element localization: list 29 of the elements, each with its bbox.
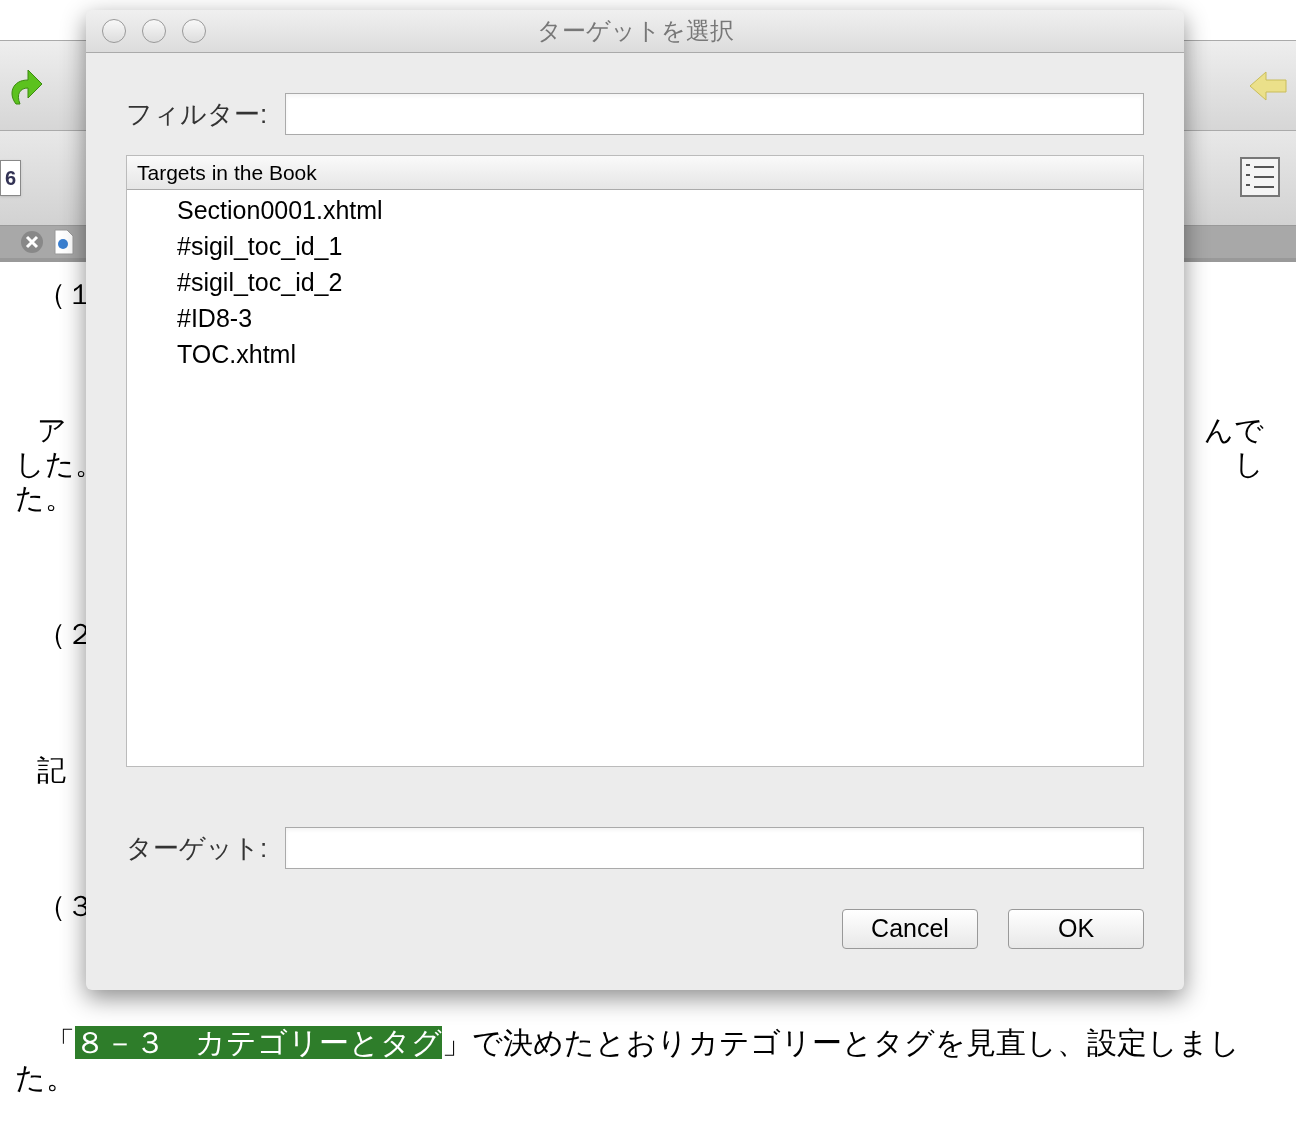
list-item[interactable]: #sigil_toc_id_1: [127, 228, 1143, 264]
target-label: ターゲット:: [126, 831, 268, 865]
list-item[interactable]: Section0001.xhtml: [127, 192, 1143, 228]
window-control-icon[interactable]: [142, 19, 166, 43]
heading-button[interactable]: 6: [0, 160, 22, 196]
close-icon[interactable]: [20, 230, 44, 254]
window-title: ターゲットを選択: [536, 16, 734, 46]
document-text: た。: [15, 481, 74, 515]
document-paragraph: 「８－３ カテゴリーとタグ」で決めたとおりカテゴリーとタグを見直し、設定しました。: [15, 1025, 1241, 1095]
document-text: ア: [36, 413, 67, 447]
list-header: Targets in the Book: [127, 156, 1143, 190]
numbered-list-icon[interactable]: [1240, 157, 1280, 199]
list-item[interactable]: #sigil_toc_id_2: [127, 264, 1143, 300]
file-icon[interactable]: [54, 229, 74, 255]
back-arrow-icon[interactable]: [1248, 69, 1288, 102]
document-text: （１: [36, 277, 95, 311]
document-text: した。: [15, 447, 104, 481]
window-control-icon[interactable]: [102, 19, 126, 43]
filter-field[interactable]: [285, 93, 1144, 135]
document-text: し: [1234, 447, 1265, 481]
target-field[interactable]: [285, 827, 1144, 869]
list-item[interactable]: TOC.xhtml: [127, 336, 1143, 372]
dialog-button[interactable]: OK: [1008, 909, 1144, 949]
document-text: んで: [1204, 413, 1265, 447]
list-item[interactable]: #ID8-3: [127, 300, 1143, 336]
dialog-button[interactable]: Cancel: [842, 909, 978, 949]
document-text: 記: [36, 753, 66, 787]
filter-label: フィルター:: [126, 97, 268, 131]
window-control-icon[interactable]: [182, 19, 206, 43]
